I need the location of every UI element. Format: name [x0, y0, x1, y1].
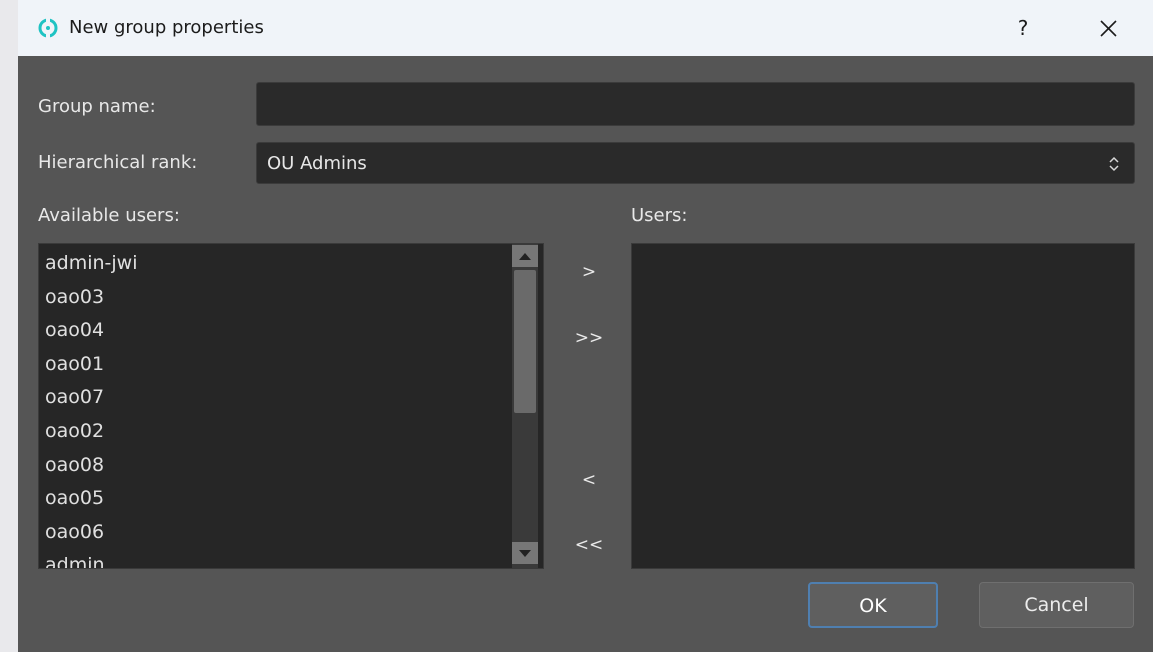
- scroll-down-button[interactable]: [512, 542, 538, 564]
- list-item[interactable]: oao07: [45, 386, 104, 408]
- rank-label: Hierarchical rank:: [38, 152, 198, 173]
- selected-users-list[interactable]: [631, 243, 1135, 569]
- remove-user-button[interactable]: <: [559, 470, 619, 490]
- cancel-button[interactable]: Cancel: [979, 582, 1134, 628]
- available-users-scrollbar[interactable]: [512, 244, 538, 568]
- users-label: Users:: [631, 205, 688, 226]
- group-name-field[interactable]: [256, 82, 1135, 126]
- list-item[interactable]: oao01: [45, 353, 104, 375]
- window-title: New group properties: [69, 17, 264, 38]
- rank-select[interactable]: OU Admins: [256, 142, 1135, 184]
- group-name-label: Group name:: [38, 96, 156, 117]
- list-item[interactable]: oao04: [45, 319, 104, 341]
- help-button[interactable]: ?: [1008, 12, 1038, 44]
- close-icon[interactable]: [1090, 12, 1126, 44]
- add-all-users-button[interactable]: >>: [559, 328, 619, 348]
- title-bar: New group properties ?: [18, 0, 1153, 56]
- available-users-list[interactable]: admin-jwi oao03 oao04 oao01 oao07 oao02 …: [38, 243, 544, 569]
- triangle-down-icon: [519, 550, 531, 557]
- group-name-input[interactable]: [257, 83, 1134, 125]
- app-ring-icon: [38, 18, 58, 38]
- scroll-thumb[interactable]: [514, 270, 536, 413]
- list-item[interactable]: admin-jwi: [45, 252, 138, 274]
- up-down-chevron-icon: [1109, 156, 1119, 172]
- list-item[interactable]: oao03: [45, 286, 104, 308]
- group-properties-dialog: New group properties ? Group name: Hiera…: [18, 0, 1153, 652]
- list-item[interactable]: oao02: [45, 420, 104, 442]
- ok-button[interactable]: OK: [808, 582, 938, 628]
- triangle-up-icon: [519, 253, 531, 260]
- scroll-up-button[interactable]: [512, 245, 538, 267]
- list-item[interactable]: admin: [45, 554, 105, 568]
- list-item[interactable]: oao05: [45, 487, 104, 509]
- list-item[interactable]: oao06: [45, 521, 104, 543]
- list-item[interactable]: oao08: [45, 454, 104, 476]
- add-user-button[interactable]: >: [559, 262, 619, 282]
- rank-select-value: OU Admins: [267, 153, 367, 174]
- available-users-label: Available users:: [38, 205, 180, 226]
- remove-all-users-button[interactable]: <<: [559, 535, 619, 555]
